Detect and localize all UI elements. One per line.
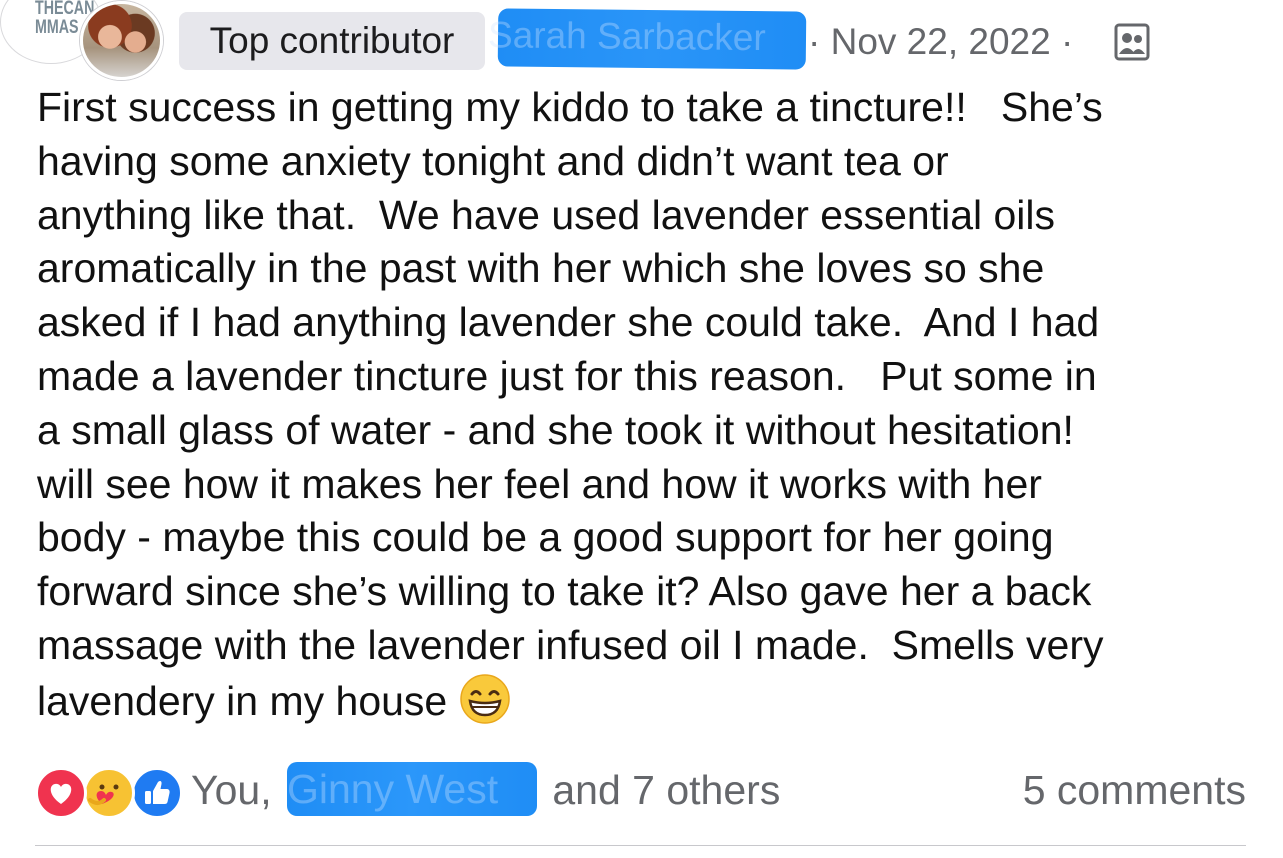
post-body-text: First success in getting my kiddo to tak…	[37, 84, 1104, 724]
divider	[35, 845, 1246, 846]
grinning-face-emoji	[459, 674, 510, 724]
comments-count[interactable]: 5 comments	[1023, 762, 1246, 818]
author-name: Sarah Sarbacker	[487, 14, 766, 59]
friend-name-redacted: Ginny West	[286, 762, 537, 817]
reaction-names-suffix: and 7 others	[540, 767, 781, 813]
love-icon	[35, 767, 87, 819]
care-icon	[83, 767, 135, 819]
post-body: First success in getting my kiddo to tak…	[37, 81, 1267, 729]
reaction-names-prefix: You,	[191, 767, 283, 813]
top-contributor-badge: Top contributor	[179, 12, 485, 70]
reaction-names[interactable]: You, Ginny West and 7 others	[191, 762, 780, 820]
author-avatar[interactable]	[80, 1, 163, 80]
post-date[interactable]: · Nov 22, 2022 ·	[808, 14, 1073, 70]
like-icon	[131, 767, 183, 819]
author-name-redacted[interactable]: Sarah Sarbacker	[488, 8, 807, 70]
group-members-icon[interactable]	[1113, 22, 1151, 62]
